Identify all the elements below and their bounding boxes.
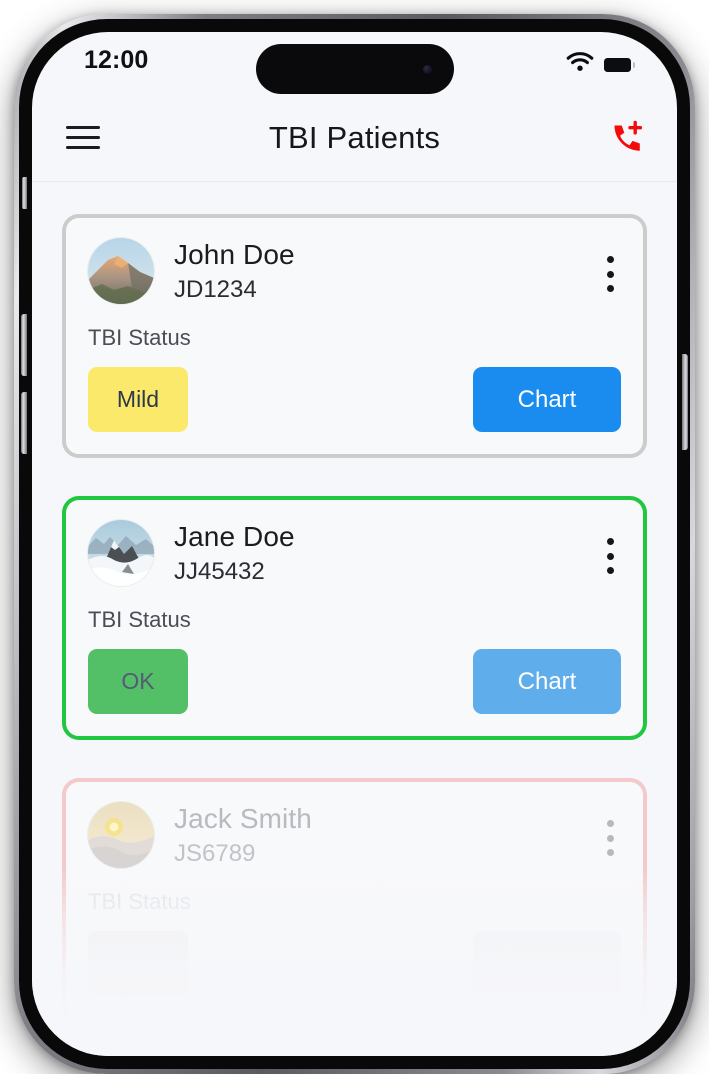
status-bar-icons <box>566 52 635 77</box>
silence-switch[interactable] <box>22 177 27 209</box>
patient-id: JS6789 <box>174 840 256 868</box>
phone-frame: 12:00 TBI Patients John Doe JD1234 TBI S… <box>14 14 695 1074</box>
kebab-menu-icon[interactable] <box>595 252 625 296</box>
patient-id: JD1234 <box>174 275 257 303</box>
status-badge[interactable]: Mild <box>88 367 188 433</box>
hamburger-menu-icon[interactable] <box>66 125 100 150</box>
battery-full-icon <box>604 57 635 72</box>
front-camera-icon <box>422 64 432 74</box>
wifi-icon <box>566 52 594 77</box>
patient-card-header: Jane Doe JJ45432 <box>88 520 621 587</box>
patient-card-header: John Doe JD1234 <box>88 238 621 305</box>
patient-card[interactable]: Jane Doe JJ45432 TBI Status OK Chart <box>62 496 647 741</box>
dynamic-island <box>255 44 454 94</box>
patient-identity: John Doe JD1234 <box>174 238 295 305</box>
page-title: TBI Patients <box>268 119 441 155</box>
phone-screen: 12:00 TBI Patients John Doe JD1234 TBI S… <box>32 32 677 1056</box>
tbi-status-label: TBI Status <box>88 889 191 915</box>
chart-button[interactable]: Chart <box>473 649 621 715</box>
status-bar: 12:00 <box>32 32 677 94</box>
phone-body: 12:00 TBI Patients John Doe JD1234 TBI S… <box>19 19 690 1069</box>
patient-card-actions: OK Chart <box>88 649 621 715</box>
patient-name: Jane Doe <box>174 521 295 553</box>
chart-button[interactable] <box>473 931 621 997</box>
patient-card-actions <box>88 931 621 997</box>
patient-id: JJ45432 <box>174 558 265 585</box>
patient-card-actions: Mild Chart <box>88 367 621 433</box>
status-bar-clock: 12:00 <box>84 46 149 74</box>
sunrise-hills-photo-avatar <box>88 802 154 869</box>
power-button[interactable] <box>682 354 688 450</box>
kebab-menu-icon[interactable] <box>595 816 625 860</box>
patient-name: Jack Smith <box>174 803 312 835</box>
status-badge[interactable] <box>88 931 188 997</box>
patient-identity: Jane Doe JJ45432 <box>174 520 295 587</box>
chart-button[interactable]: Chart <box>473 367 621 433</box>
patient-card[interactable]: John Doe JD1234 TBI Status Mild Chart <box>62 214 647 459</box>
patient-card[interactable]: Jack Smith JS6789 TBI Status <box>62 778 647 1023</box>
snow-mountain-photo-avatar <box>88 520 154 587</box>
patient-name: John Doe <box>174 239 295 270</box>
kebab-menu-icon[interactable] <box>595 534 625 578</box>
app-header: TBI Patients <box>32 94 677 182</box>
rock-cliff-photo-avatar <box>88 238 154 304</box>
volume-down-button[interactable] <box>21 392 27 454</box>
tbi-status-label: TBI Status <box>88 607 191 633</box>
patient-identity: Jack Smith JS6789 <box>174 802 312 869</box>
patient-card-header: Jack Smith JS6789 <box>88 802 621 869</box>
phone-add-icon[interactable] <box>603 115 649 161</box>
patient-list[interactable]: John Doe JD1234 TBI Status Mild Chart Ja… <box>32 182 677 1056</box>
status-badge[interactable]: OK <box>88 649 188 715</box>
tbi-status-label: TBI Status <box>88 325 191 351</box>
volume-up-button[interactable] <box>21 314 27 376</box>
